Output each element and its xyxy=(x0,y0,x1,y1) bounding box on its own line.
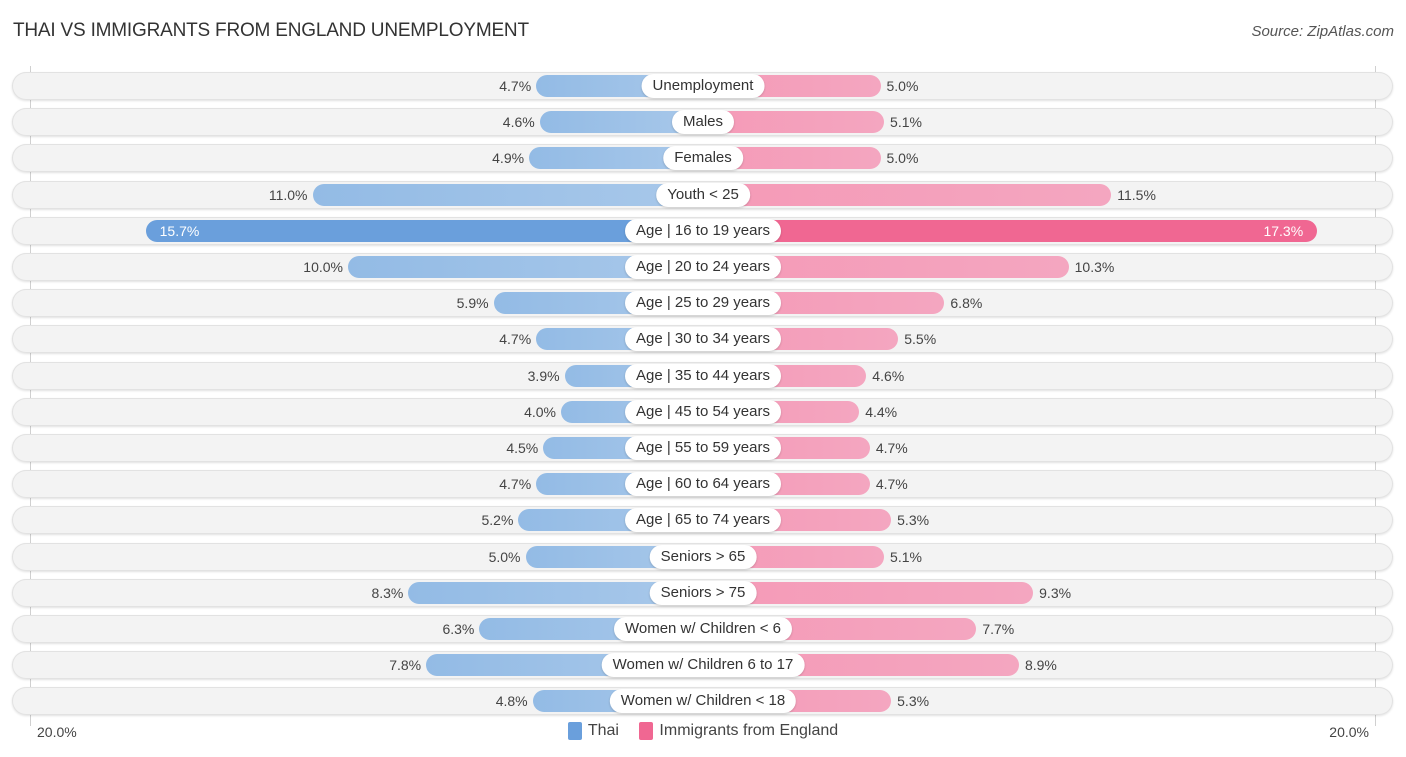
value-label-thai: 5.2% xyxy=(481,512,514,529)
value-label-england: 9.3% xyxy=(1039,584,1072,601)
category-label: Age | 20 to 24 years xyxy=(625,255,781,279)
value-label-thai: 15.7% xyxy=(159,222,200,239)
bar-thai[interactable] xyxy=(145,219,703,242)
value-label-england: 4.7% xyxy=(875,476,908,493)
category-label: Women w/ Children < 6 xyxy=(613,617,793,641)
category-label: Age | 55 to 59 years xyxy=(625,436,781,460)
value-label-thai: 6.3% xyxy=(442,621,475,637)
legend: Thai Immigrants from England xyxy=(0,722,1406,745)
value-label-thai: 7.8% xyxy=(389,657,422,674)
value-label-england: 7.7% xyxy=(982,621,1015,637)
value-label-thai: 4.9% xyxy=(492,150,525,167)
legend-label-thai: Thai xyxy=(587,722,619,739)
value-label-thai: 4.6% xyxy=(502,114,535,131)
chart-plot-area: 4.7% 5.0% Unemployment 4.6% 5.1% Males 4.9% 5.0… xyxy=(0,0,1406,757)
value-label-england: 4.6% xyxy=(872,367,905,384)
value-label-thai: 4.0% xyxy=(524,403,556,420)
value-label-thai: 5.0% xyxy=(488,548,521,565)
bar-england[interactable] xyxy=(703,219,1318,242)
value-label-thai: 11.0% xyxy=(268,186,308,203)
value-label-thai: 4.7% xyxy=(499,476,532,493)
value-label-england: 5.1% xyxy=(890,114,922,131)
category-label: Women w/ Children < 18 xyxy=(609,689,797,714)
category-label: Age | 16 to 19 years xyxy=(625,218,781,243)
value-label-england: 5.0% xyxy=(886,78,919,94)
value-label-thai: 5.9% xyxy=(456,295,489,312)
value-label-england: 5.5% xyxy=(904,331,937,348)
value-label-thai: 4.5% xyxy=(506,440,539,456)
category-label: Age | 45 to 54 years xyxy=(625,399,781,424)
value-label-thai: 4.8% xyxy=(495,693,528,710)
value-label-england: 5.0% xyxy=(886,150,919,167)
category-label: Age | 35 to 44 years xyxy=(625,363,781,388)
legend-swatch-england xyxy=(639,722,654,740)
category-label: Seniors > 75 xyxy=(649,580,757,605)
category-label: Age | 65 to 74 years xyxy=(625,508,781,533)
value-label-england: 4.4% xyxy=(865,403,898,420)
value-label-england: 5.3% xyxy=(897,512,930,529)
legend-item-thai[interactable]: Thai xyxy=(567,722,619,740)
value-label-england: 4.7% xyxy=(875,440,908,456)
category-label: Age | 30 to 34 years xyxy=(625,327,781,352)
category-label: Females xyxy=(663,146,743,171)
legend-item-england[interactable]: Immigrants from England xyxy=(639,722,838,740)
value-label-england: 17.3% xyxy=(1263,222,1304,239)
bar-england[interactable] xyxy=(703,183,1112,206)
value-label-england: 8.9% xyxy=(1024,657,1057,674)
value-label-thai: 4.7% xyxy=(499,331,532,348)
value-label-thai: 4.7% xyxy=(499,78,532,94)
value-label-thai: 3.9% xyxy=(527,367,560,384)
category-label: Males xyxy=(671,110,735,135)
bar-thai[interactable] xyxy=(312,183,703,206)
value-label-england: 6.8% xyxy=(950,295,983,312)
legend-swatch-thai xyxy=(567,722,582,740)
category-label: Unemployment xyxy=(641,74,765,98)
value-label-england: 11.5% xyxy=(1117,186,1156,203)
value-label-thai: 10.0% xyxy=(303,259,343,275)
category-label: Seniors > 65 xyxy=(649,544,757,569)
value-label-england: 5.1% xyxy=(890,548,922,565)
category-label: Age | 60 to 64 years xyxy=(625,472,781,497)
value-label-england: 5.3% xyxy=(897,693,930,710)
category-label: Youth < 25 xyxy=(656,182,750,207)
category-label: Women w/ Children 6 to 17 xyxy=(601,653,805,678)
legend-label-england: Immigrants from England xyxy=(659,722,839,739)
value-label-thai: 8.3% xyxy=(371,584,404,601)
value-label-england: 10.3% xyxy=(1074,259,1115,275)
category-label: Age | 25 to 29 years xyxy=(625,291,781,316)
